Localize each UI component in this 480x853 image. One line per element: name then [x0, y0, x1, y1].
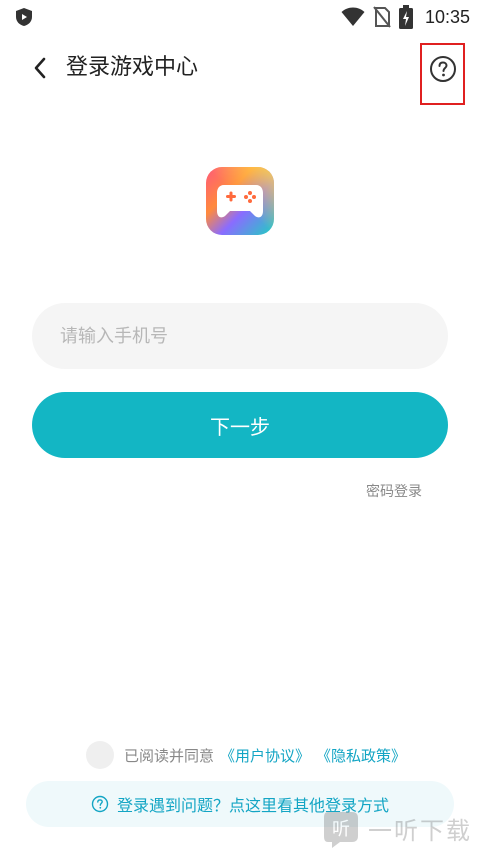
page-title: 登录游戏中心 — [66, 55, 199, 80]
wifi-icon — [341, 7, 365, 26]
app-logo — [206, 167, 274, 235]
status-bar: 10:35 — [0, 0, 480, 34]
shield-play-icon — [16, 8, 32, 26]
battery-charging-icon — [398, 5, 413, 29]
svg-text:听: 听 — [332, 819, 350, 840]
app-bar: 登录游戏中心 — [0, 40, 480, 105]
question-circle-icon — [91, 795, 109, 813]
status-icons: 10:35 — [341, 5, 470, 29]
agreement-checkbox[interactable] — [86, 741, 114, 769]
user-agreement-link[interactable]: 《用户协议》 — [220, 745, 310, 766]
privacy-policy-link[interactable]: 《隐私政策》 — [316, 745, 406, 766]
status-time: 10:35 — [424, 6, 470, 27]
watermark-logo-icon: 听 — [324, 812, 358, 848]
back-button[interactable] — [24, 52, 56, 84]
help-button[interactable] — [420, 43, 465, 105]
watermark: 听 一听下载 — [322, 808, 472, 848]
gamepad-icon — [206, 167, 274, 235]
next-step-button[interactable]: 下一步 — [32, 392, 448, 458]
password-login-link[interactable]: 密码登录 — [366, 481, 422, 501]
agreement-row: 已阅读并同意 《用户协议》 《隐私政策》 — [86, 740, 406, 770]
chevron-left-icon — [34, 57, 46, 79]
no-sim-icon — [373, 6, 391, 28]
agreement-text: 已阅读并同意 — [124, 746, 215, 765]
watermark-text: 一听下载 — [368, 816, 472, 845]
phone-input-container — [32, 303, 448, 369]
phone-input[interactable] — [32, 303, 448, 369]
question-circle-icon — [429, 56, 456, 82]
